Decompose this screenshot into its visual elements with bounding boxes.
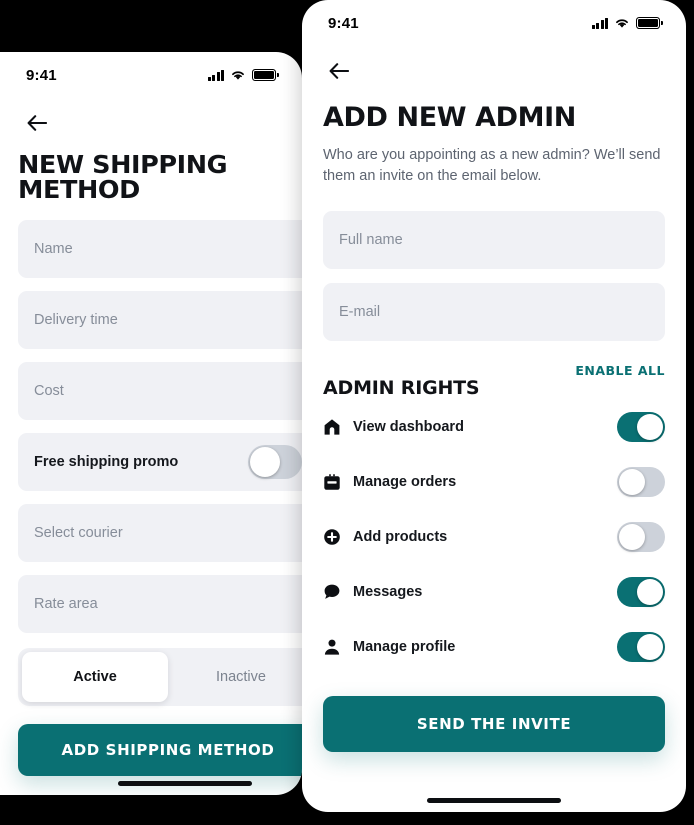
right-row-manage-profile[interactable]: Manage profile xyxy=(323,619,665,674)
cost-input-placeholder: Cost xyxy=(34,383,64,399)
full-name-placeholder: Full name xyxy=(339,232,403,249)
rate-area-input[interactable]: Rate area xyxy=(18,575,302,633)
status-time: 9:41 xyxy=(26,66,57,84)
admin-rights-header: ADMIN RIGHTS ENABLE ALL xyxy=(323,363,665,399)
status-icons xyxy=(591,17,663,29)
home-indicator xyxy=(118,781,252,786)
cost-input[interactable]: Cost xyxy=(18,362,302,420)
toggle-knob xyxy=(637,578,663,605)
status-bar-right: 9:41 xyxy=(302,0,686,46)
select-courier-input[interactable]: Select courier xyxy=(18,504,302,562)
name-input-placeholder: Name xyxy=(34,241,73,257)
page-subtitle: Who are you appointing as a new admin? W… xyxy=(323,147,661,185)
wifi-icon xyxy=(232,71,244,80)
signal-bars-icon xyxy=(591,17,608,29)
send-the-invite-button[interactable]: SEND THE INVITE xyxy=(323,696,665,753)
briefcase-icon xyxy=(323,473,353,491)
enable-all-button[interactable]: ENABLE ALL xyxy=(575,363,665,378)
right-row-manage-orders[interactable]: Manage orders xyxy=(323,454,665,509)
screenshot-stage: 9:41 NEW SHIPPING METHOD Name Delivery t… xyxy=(0,0,694,825)
right-label: View dashboard xyxy=(353,418,464,435)
battery-icon xyxy=(636,17,663,29)
right-label: Manage orders xyxy=(353,473,457,490)
free-shipping-promo-toggle[interactable] xyxy=(248,445,302,479)
delivery-time-input-placeholder: Delivery time xyxy=(34,312,118,328)
right-row-add-products[interactable]: Add products xyxy=(323,509,665,564)
screen-right: ADD NEW ADMIN Who are you appointing as … xyxy=(302,46,686,812)
segment-active[interactable]: Active xyxy=(22,652,168,702)
back-arrow-icon[interactable] xyxy=(324,56,354,86)
home-icon xyxy=(323,418,353,436)
toggle-knob xyxy=(637,413,663,440)
toggle-knob xyxy=(250,447,280,477)
person-icon xyxy=(323,638,353,656)
free-shipping-promo-row[interactable]: Free shipping promo xyxy=(18,433,302,491)
add-shipping-method-button[interactable]: ADD SHIPPING METHOD xyxy=(18,724,302,776)
manage-orders-toggle[interactable] xyxy=(617,466,665,497)
toggle-knob xyxy=(619,523,645,550)
screen-left: NEW SHIPPING METHOD Name Delivery time C… xyxy=(0,98,302,795)
right-row-view-dashboard[interactable]: View dashboard xyxy=(323,399,665,454)
right-label: Manage profile xyxy=(353,638,456,655)
battery-icon xyxy=(252,69,279,81)
right-row-messages[interactable]: Messages xyxy=(323,564,665,619)
view-dashboard-toggle[interactable] xyxy=(617,411,665,442)
plus-circle-icon xyxy=(323,528,353,546)
full-name-input[interactable]: Full name xyxy=(323,211,665,270)
add-products-toggle[interactable] xyxy=(617,521,665,552)
rate-area-placeholder: Rate area xyxy=(34,596,98,612)
status-time: 9:41 xyxy=(328,14,359,32)
back-arrow-icon[interactable] xyxy=(22,108,52,138)
segment-inactive[interactable]: Inactive xyxy=(168,652,302,702)
right-label: Messages xyxy=(353,583,423,600)
manage-profile-toggle[interactable] xyxy=(617,631,665,662)
home-indicator xyxy=(427,798,561,803)
page-title: NEW SHIPPING METHOD xyxy=(18,150,228,204)
email-placeholder: E-mail xyxy=(339,304,381,321)
admin-rights-title: ADMIN RIGHTS xyxy=(323,377,480,400)
chat-bubble-icon xyxy=(323,583,353,601)
toggle-knob xyxy=(619,468,645,495)
admin-rights-list: View dashboard Manage orders Add product… xyxy=(302,399,686,674)
phone-right: 9:41 ADD NEW ADMIN Who are you appointin… xyxy=(302,0,686,812)
toggle-knob xyxy=(637,633,663,660)
admin-form-fields: Full name E-mail xyxy=(323,211,665,342)
delivery-time-input[interactable]: Delivery time xyxy=(18,291,302,349)
status-icons xyxy=(207,69,279,81)
signal-bars-icon xyxy=(207,69,224,81)
email-input[interactable]: E-mail xyxy=(323,283,665,342)
select-courier-placeholder: Select courier xyxy=(34,525,123,541)
free-shipping-promo-label: Free shipping promo xyxy=(34,454,179,470)
shipping-form-fields: Name Delivery time Cost Free shipping pr… xyxy=(18,220,302,633)
name-input[interactable]: Name xyxy=(18,220,302,278)
phone-left: 9:41 NEW SHIPPING METHOD Name Delivery t… xyxy=(0,52,302,795)
status-segmented-control[interactable]: Active Inactive xyxy=(18,648,302,706)
messages-toggle[interactable] xyxy=(617,576,665,607)
page-title: ADD NEW ADMIN xyxy=(323,102,576,133)
wifi-icon xyxy=(616,19,628,28)
status-bar-left: 9:41 xyxy=(0,52,302,98)
right-label: Add products xyxy=(353,528,448,545)
